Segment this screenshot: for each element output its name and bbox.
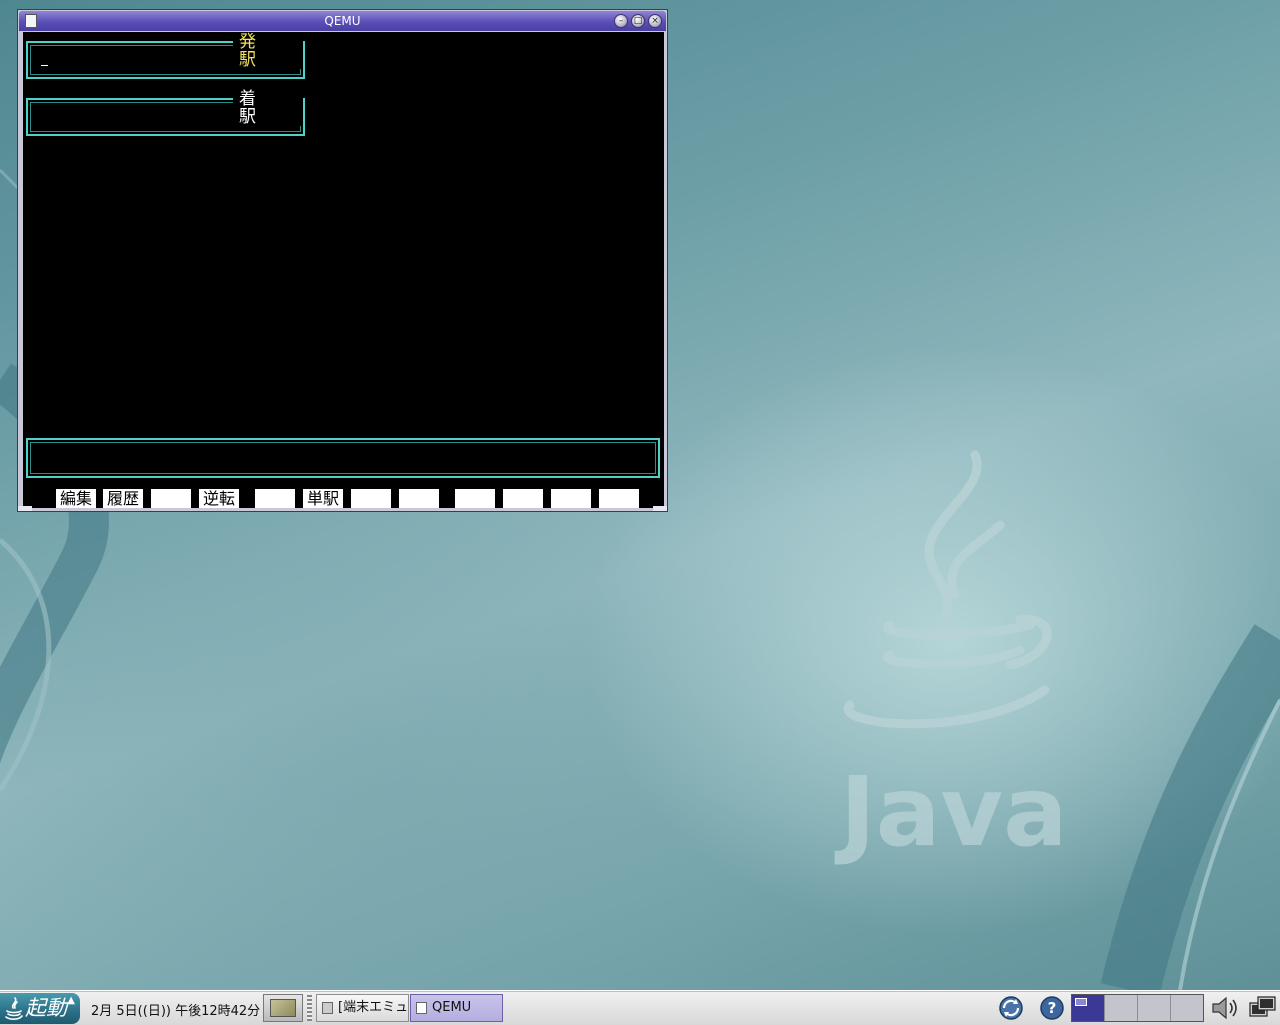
show-desktop-button[interactable] bbox=[263, 994, 303, 1022]
arrival-station-field[interactable]: 着 駅 bbox=[26, 90, 305, 136]
function-key-12[interactable] bbox=[599, 489, 639, 508]
function-key-8[interactable] bbox=[399, 489, 439, 508]
workspace-2[interactable] bbox=[1105, 995, 1138, 1021]
function-key-9[interactable] bbox=[455, 489, 495, 508]
function-key-1[interactable]: 編集 bbox=[56, 489, 96, 508]
start-arrow-icon: ▲ bbox=[67, 995, 75, 1006]
qemu-window[interactable]: QEMU – □ × 発 駅 着 駅 編集 履歴 逆転 単駅 bbox=[17, 9, 668, 512]
window-title: QEMU bbox=[324, 14, 361, 28]
workspace-switcher[interactable] bbox=[1071, 994, 1204, 1022]
network-icon[interactable] bbox=[1248, 995, 1278, 1021]
volume-icon[interactable] bbox=[1210, 995, 1242, 1021]
update-icon[interactable] bbox=[996, 995, 1026, 1021]
workspace-4[interactable] bbox=[1171, 995, 1203, 1021]
start-label: 起動 bbox=[25, 996, 67, 1020]
resize-handle-left[interactable] bbox=[18, 506, 32, 511]
task-label: [端末エミュレ bbox=[338, 1000, 408, 1015]
function-key-11[interactable] bbox=[551, 489, 591, 508]
function-key-3[interactable] bbox=[151, 489, 191, 508]
java-start-icon bbox=[5, 997, 23, 1020]
taskbar: 起動 ▲ 2月 5日((日)) 午後12時42分 [端末エミュレ QEMU ? bbox=[0, 990, 1280, 1025]
terminal-icon bbox=[322, 1002, 333, 1014]
function-key-4[interactable]: 逆転 bbox=[199, 489, 239, 508]
task-label: QEMU bbox=[432, 1000, 472, 1015]
function-key-10[interactable] bbox=[503, 489, 543, 508]
arrival-station-label: 着 駅 bbox=[233, 90, 303, 126]
java-wallpaper-text: Java bbox=[834, 756, 1060, 868]
function-key-7[interactable] bbox=[351, 489, 391, 508]
task-qemu[interactable]: QEMU bbox=[410, 994, 503, 1022]
function-key-6[interactable]: 単駅 bbox=[303, 489, 343, 508]
emulator-screen[interactable]: 発 駅 着 駅 編集 履歴 逆転 単駅 bbox=[23, 32, 664, 508]
taskbar-handle[interactable] bbox=[307, 995, 312, 1021]
function-key-5[interactable] bbox=[255, 489, 295, 508]
document-icon bbox=[416, 1002, 427, 1014]
java-wallpaper-logo: Java bbox=[834, 450, 1060, 868]
help-icon[interactable]: ? bbox=[1037, 995, 1067, 1021]
workspace-3[interactable] bbox=[1138, 995, 1171, 1021]
resize-handle-right[interactable] bbox=[653, 506, 667, 511]
message-area bbox=[26, 438, 660, 478]
departure-station-label: 発 駅 bbox=[233, 33, 303, 69]
task-terminal[interactable]: [端末エミュレ bbox=[316, 994, 409, 1022]
window-titlebar[interactable]: QEMU – □ × bbox=[19, 11, 666, 31]
departure-station-field[interactable]: 発 駅 bbox=[26, 33, 305, 79]
close-icon[interactable]: × bbox=[648, 14, 662, 28]
svg-text:?: ? bbox=[1048, 999, 1057, 1017]
start-button[interactable]: 起動 ▲ bbox=[0, 993, 80, 1024]
clock[interactable]: 2月 5日((日)) 午後12時42分 bbox=[91, 1000, 260, 1019]
show-desktop-icon bbox=[270, 999, 296, 1017]
minimize-icon[interactable]: – bbox=[614, 14, 628, 28]
text-cursor bbox=[41, 65, 48, 66]
workspace-1[interactable] bbox=[1072, 995, 1105, 1021]
maximize-icon[interactable]: □ bbox=[631, 14, 645, 28]
function-key-2[interactable]: 履歴 bbox=[103, 489, 143, 508]
